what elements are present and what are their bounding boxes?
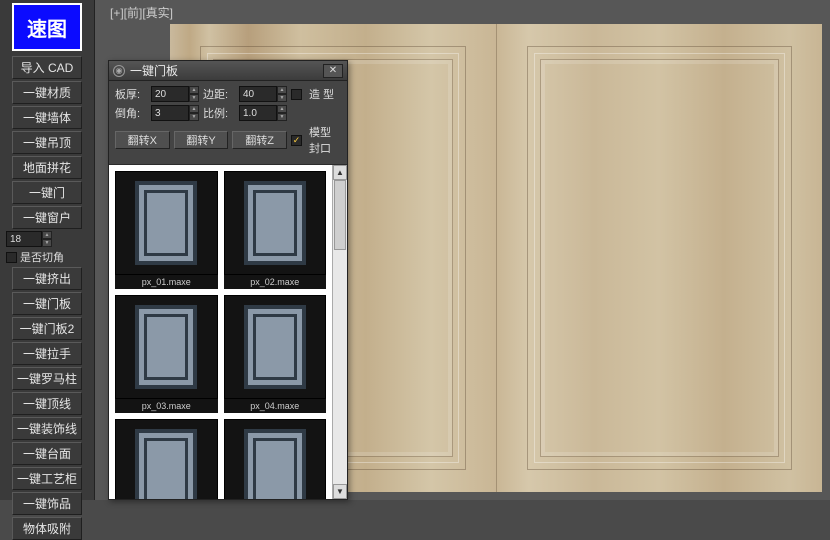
viewport-label[interactable]: [+][前][真实] xyxy=(110,4,173,21)
seal-label: 模型封口 xyxy=(309,124,341,156)
left-toolbar: 速图 导入 CAD一键材质一键墙体一键吊顶地面拼花一键门一键窗户 18 ▲▼ 是… xyxy=(0,0,95,500)
sidebar-button[interactable]: 导入 CAD xyxy=(12,56,82,79)
margin-label: 边距: xyxy=(203,86,235,102)
flip-x-button[interactable]: 翻转X xyxy=(115,131,170,149)
sidebar-button[interactable]: 一键工艺柜 xyxy=(12,467,82,490)
thumbnail-image xyxy=(115,171,218,275)
sidebar-button[interactable]: 一键顶线 xyxy=(12,392,82,415)
chamfer-checkbox-label: 是否切角 xyxy=(20,249,64,265)
thumbnail-caption: px_04.maxe xyxy=(224,399,327,413)
sidebar-button[interactable]: 一键门 xyxy=(12,181,82,204)
chamfer-value[interactable]: 18 xyxy=(6,231,42,247)
sidebar-button[interactable]: 一键门板2 xyxy=(12,317,82,340)
sidebar-button[interactable]: 一键窗户 xyxy=(12,206,82,229)
close-button[interactable]: ✕ xyxy=(323,64,343,78)
sidebar-button[interactable]: 一键墙体 xyxy=(12,106,82,129)
logo: 速图 xyxy=(12,3,82,51)
thumbnail-image xyxy=(224,295,327,399)
chamfer-label: 倒角: xyxy=(115,105,147,121)
scroll-up-icon[interactable]: ▲ xyxy=(333,165,347,180)
door-panel-dialog: ◉ 一键门板 ✕ 板厚: 20▲▼ 边距: 40▲▼ 造 型 倒角: 3▲▼ 比… xyxy=(108,60,348,500)
spin-down-icon[interactable]: ▼ xyxy=(189,94,199,102)
spin-down-icon[interactable]: ▼ xyxy=(42,239,52,247)
thumbnail[interactable] xyxy=(115,419,218,499)
scrollbar[interactable]: ▲ ▼ xyxy=(332,165,347,499)
params-panel: 板厚: 20▲▼ 边距: 40▲▼ 造 型 倒角: 3▲▼ 比例: 1.0▲▼ … xyxy=(109,81,347,165)
thickness-input[interactable]: 20 xyxy=(151,86,189,102)
sidebar-button[interactable]: 一键吊顶 xyxy=(12,131,82,154)
thumbnail-image xyxy=(115,295,218,399)
margin-input[interactable]: 40 xyxy=(239,86,277,102)
thumbnail[interactable] xyxy=(224,419,327,499)
thumbnail-caption: px_03.maxe xyxy=(115,399,218,413)
sidebar-button[interactable]: 一键门板 xyxy=(12,292,82,315)
thumbnail-caption: px_01.maxe xyxy=(115,275,218,289)
thumbnail[interactable]: px_02.maxe xyxy=(224,171,327,289)
chamfer-checkbox-row: 是否切角 xyxy=(6,249,88,265)
spin-up-icon[interactable]: ▲ xyxy=(277,105,287,113)
dialog-titlebar[interactable]: ◉ 一键门板 ✕ xyxy=(109,61,347,81)
sidebar-button[interactable]: 一键罗马柱 xyxy=(12,367,82,390)
ratio-input[interactable]: 1.0 xyxy=(239,105,277,121)
shape-checkbox[interactable] xyxy=(291,89,302,100)
thumbnail[interactable]: px_01.maxe xyxy=(115,171,218,289)
thumbnail[interactable]: px_03.maxe xyxy=(115,295,218,413)
sidebar-button[interactable]: 一键装饰线 xyxy=(12,417,82,440)
ratio-label: 比例: xyxy=(203,105,235,121)
thumbnail-image xyxy=(224,171,327,275)
app-icon: ◉ xyxy=(113,65,125,77)
dialog-title: 一键门板 xyxy=(130,62,178,79)
spin-up-icon[interactable]: ▲ xyxy=(189,105,199,113)
spin-up-icon[interactable]: ▲ xyxy=(277,86,287,94)
chamfer-checkbox[interactable] xyxy=(6,252,17,263)
sidebar-button[interactable]: 一键饰品 xyxy=(12,492,82,515)
spin-down-icon[interactable]: ▼ xyxy=(277,94,287,102)
spin-up-icon[interactable]: ▲ xyxy=(42,231,52,239)
scroll-down-icon[interactable]: ▼ xyxy=(333,484,347,499)
sidebar-button[interactable]: 一键挤出 xyxy=(12,267,82,290)
chamfer-input[interactable]: 3 xyxy=(151,105,189,121)
sidebar-button[interactable]: 地面拼花 xyxy=(12,156,82,179)
sidebar-button[interactable]: 一键拉手 xyxy=(12,342,82,365)
spin-down-icon[interactable]: ▼ xyxy=(189,113,199,121)
thickness-label: 板厚: xyxy=(115,86,147,102)
sidebar-button[interactable]: 一键材质 xyxy=(12,81,82,104)
flip-z-button[interactable]: 翻转Z xyxy=(232,131,287,149)
sidebar-button[interactable]: 一键台面 xyxy=(12,442,82,465)
thumbnail-caption: px_02.maxe xyxy=(224,275,327,289)
sidebar-button[interactable]: 物体吸附 xyxy=(12,517,82,540)
thumbnail-image xyxy=(224,419,327,499)
close-icon: ✕ xyxy=(329,65,337,76)
scroll-thumb[interactable] xyxy=(334,180,346,250)
flip-y-button[interactable]: 翻转Y xyxy=(174,131,229,149)
thumbnail-image xyxy=(115,419,218,499)
spinner-row: 18 ▲▼ xyxy=(6,231,88,247)
spin-up-icon[interactable]: ▲ xyxy=(189,86,199,94)
spin-down-icon[interactable]: ▼ xyxy=(277,113,287,121)
seal-checkbox[interactable] xyxy=(291,135,302,146)
thumbnail-gallery: px_01.maxe px_02.maxe px_03.maxe px_04.maxe… xyxy=(109,165,347,499)
shape-label: 造 型 xyxy=(309,86,341,102)
thumbnail[interactable]: px_04.maxe xyxy=(224,295,327,413)
